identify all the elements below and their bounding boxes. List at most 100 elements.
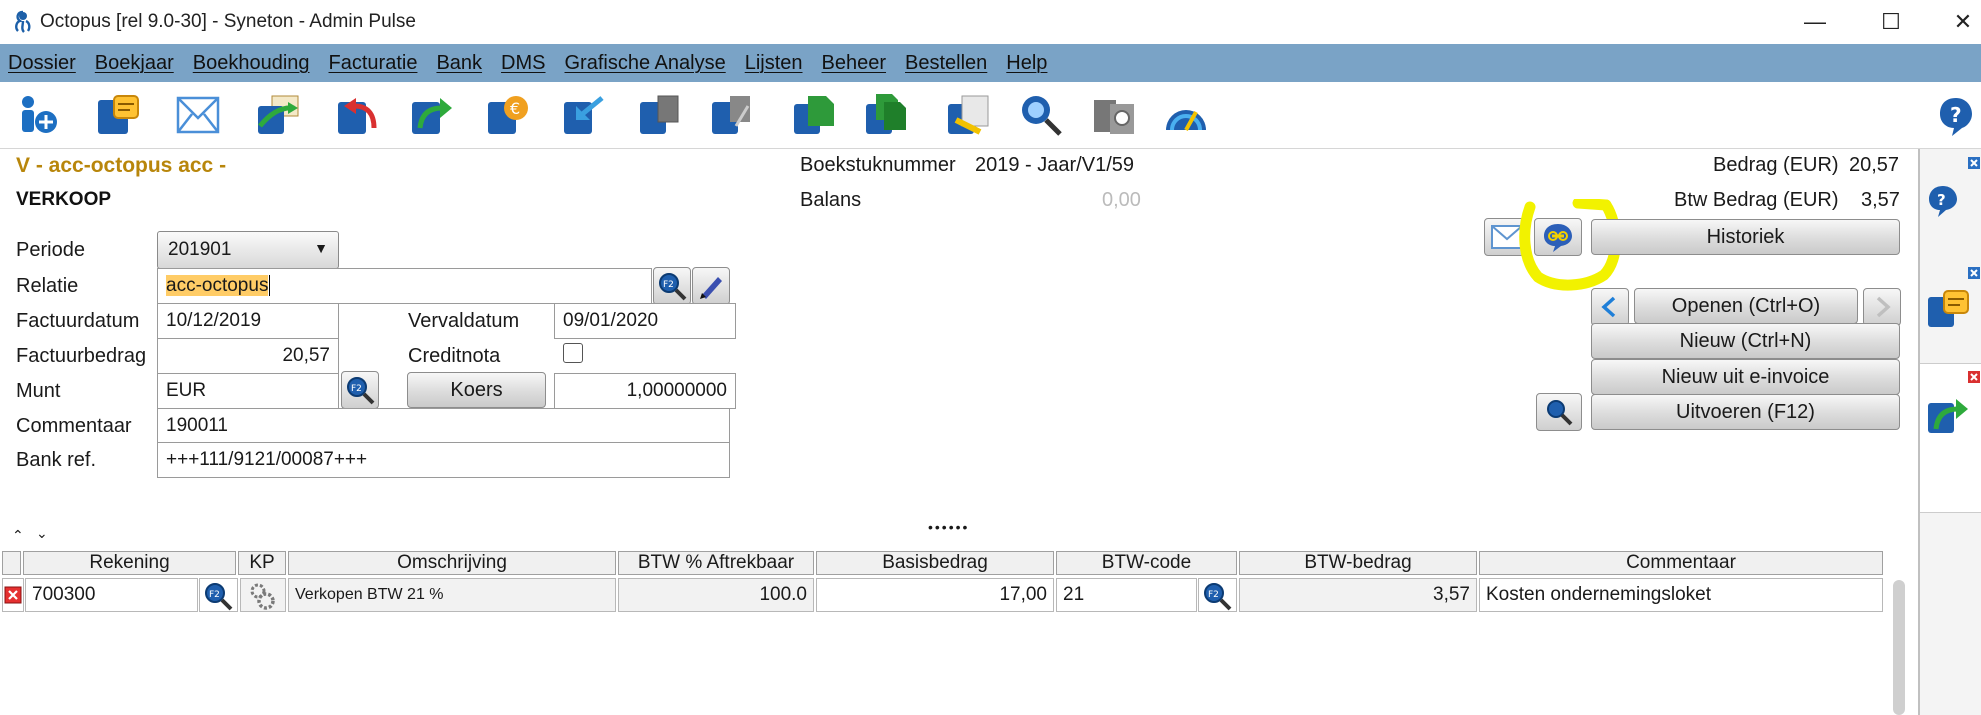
menu-help[interactable]: Help: [1006, 52, 1047, 75]
bankref-input[interactable]: +++111/9121/00087+++: [157, 442, 730, 478]
nieuw-button[interactable]: Nieuw (Ctrl+N): [1591, 323, 1900, 359]
row-btw-bedrag[interactable]: 3,57: [1239, 578, 1477, 612]
row-btw-code[interactable]: 21: [1056, 578, 1197, 612]
munt-input[interactable]: EUR: [157, 373, 339, 409]
menu-bestellen[interactable]: Bestellen: [905, 52, 987, 75]
menu-boekhouding[interactable]: Boekhouding: [193, 52, 310, 75]
currency-book-icon[interactable]: €: [484, 92, 532, 138]
expand-icon[interactable]: ⌃: [12, 527, 24, 544]
info-add-icon[interactable]: [14, 92, 62, 138]
notes-icon[interactable]: [1926, 287, 1972, 329]
row-rekening[interactable]: 700300: [25, 578, 198, 612]
help-icon[interactable]: ?: [1926, 183, 1960, 219]
search-document-icon[interactable]: [1016, 92, 1064, 138]
grid-header-btw-pct[interactable]: BTW % Aftrekbaar: [618, 551, 814, 575]
creditnota-checkbox[interactable]: [563, 343, 583, 363]
search-button[interactable]: [1536, 393, 1582, 431]
minimize-button[interactable]: —: [1790, 6, 1840, 38]
toolbar: € ?: [0, 82, 1981, 149]
grid-header-rekening[interactable]: Rekening: [23, 551, 236, 575]
pen-icon: [700, 277, 722, 299]
historiek-button[interactable]: Historiek: [1591, 219, 1900, 255]
search-icon: [1547, 400, 1573, 426]
btw-bedrag-value: 3,57: [1861, 189, 1900, 211]
grid-scrollbar[interactable]: [1893, 580, 1905, 715]
row-rekening-lookup-button[interactable]: F2: [199, 578, 238, 612]
green-documents-icon[interactable]: [862, 92, 910, 138]
delete-icon: [4, 586, 22, 604]
forward-book-icon[interactable]: [1926, 395, 1972, 437]
periode-select[interactable]: 201901 ▼: [157, 231, 339, 269]
menu-facturatie[interactable]: Facturatie: [329, 52, 418, 75]
vervaldatum-label: Vervaldatum: [408, 310, 520, 332]
munt-lookup-button[interactable]: F2: [341, 371, 379, 409]
collapse-icon[interactable]: ⌄: [36, 525, 48, 542]
menu-grafische-analyse[interactable]: Grafische Analyse: [565, 52, 726, 75]
svg-text:F2: F2: [1208, 590, 1219, 600]
help-icon[interactable]: ?: [1932, 92, 1972, 138]
menu-dossier[interactable]: Dossier: [8, 52, 76, 75]
koers-input[interactable]: 1,00000000: [554, 373, 736, 409]
menu-boekjaar[interactable]: Boekjaar: [95, 52, 174, 75]
forward-book-icon[interactable]: [408, 92, 456, 138]
vervaldatum-input[interactable]: 09/01/2020: [554, 303, 736, 339]
close-panel-icon[interactable]: [1968, 267, 1980, 279]
grid-header-commentaar[interactable]: Commentaar: [1479, 551, 1883, 575]
factuurbedrag-input[interactable]: 20,57: [157, 338, 339, 374]
factuurbedrag-label: Factuurbedrag: [16, 345, 147, 367]
next-button[interactable]: [1863, 288, 1901, 326]
chart-export-icon[interactable]: [254, 92, 302, 138]
close-panel-icon[interactable]: [1968, 371, 1980, 383]
svg-text:?: ?: [1937, 191, 1946, 209]
attach-book-icon[interactable]: [708, 92, 756, 138]
dashboard-icon[interactable]: [1162, 92, 1210, 138]
window-title: Octopus [rel 9.0-30] - Syneton - Admin P…: [40, 11, 416, 32]
close-button[interactable]: ✕: [1938, 6, 1981, 38]
search-icon: F2: [205, 583, 233, 611]
chevron-right-icon: [1876, 296, 1891, 318]
previous-button[interactable]: [1591, 288, 1629, 326]
uitvoeren-button[interactable]: Uitvoeren (F12): [1591, 394, 1900, 430]
grid-header-kp[interactable]: KP: [238, 551, 286, 575]
row-kp-button[interactable]: [240, 578, 286, 612]
grid-header-omschrijving[interactable]: Omschrijving: [288, 551, 616, 575]
journal-type: VERKOOP: [16, 189, 112, 210]
relatie-value: acc-octopus: [166, 275, 269, 296]
row-commentaar[interactable]: Kosten ondernemingsloket: [1479, 578, 1883, 612]
row-omschrijving[interactable]: Verkopen BTW 21 %: [288, 578, 616, 612]
import-book-icon[interactable]: [560, 92, 608, 138]
splitter-handle-icon[interactable]: ••••••: [928, 519, 969, 535]
delete-row-button[interactable]: [2, 578, 24, 612]
close-panel-icon[interactable]: [1968, 157, 1980, 169]
grid-header-btw-code[interactable]: BTW-code: [1056, 551, 1237, 575]
creditnota-label: Creditnota: [408, 345, 501, 367]
row-btw-code-lookup-button[interactable]: F2: [1198, 578, 1237, 612]
svg-text:F2: F2: [351, 384, 362, 394]
relatie-input[interactable]: acc-octopus: [157, 268, 652, 304]
factuurdatum-label: Factuurdatum: [16, 310, 140, 332]
relatie-lookup-button[interactable]: F2: [653, 267, 691, 305]
row-btw-pct[interactable]: 100.0: [618, 578, 814, 612]
row-basisbedrag[interactable]: 17,00: [816, 578, 1054, 612]
copy-book-icon[interactable]: [636, 92, 684, 138]
bankref-label: Bank ref.: [16, 449, 97, 471]
menu-dms[interactable]: DMS: [501, 52, 545, 75]
sign-document-icon[interactable]: [944, 92, 992, 138]
commentaar-input[interactable]: 190011: [157, 408, 730, 444]
maximize-button[interactable]: ☐: [1866, 6, 1916, 38]
notes-icon[interactable]: [94, 92, 142, 138]
mail-icon[interactable]: [174, 92, 222, 138]
factuurdatum-input[interactable]: 10/12/2019: [157, 303, 339, 339]
koers-button[interactable]: Koers: [407, 372, 546, 408]
settings-document-icon[interactable]: [1090, 92, 1138, 138]
green-document-icon[interactable]: [790, 92, 838, 138]
grid-header-basisbedrag[interactable]: Basisbedrag: [816, 551, 1054, 575]
menu-lijsten[interactable]: Lijsten: [745, 52, 803, 75]
relatie-edit-button[interactable]: [692, 267, 730, 305]
undo-book-icon[interactable]: [334, 92, 382, 138]
menu-beheer[interactable]: Beheer: [822, 52, 887, 75]
grid-header-btw-bedrag[interactable]: BTW-bedrag: [1239, 551, 1477, 575]
openen-button[interactable]: Openen (Ctrl+O): [1634, 288, 1858, 324]
nieuw-uit-einvoice-button[interactable]: Nieuw uit e-invoice: [1591, 359, 1900, 395]
menu-bank[interactable]: Bank: [436, 52, 482, 75]
